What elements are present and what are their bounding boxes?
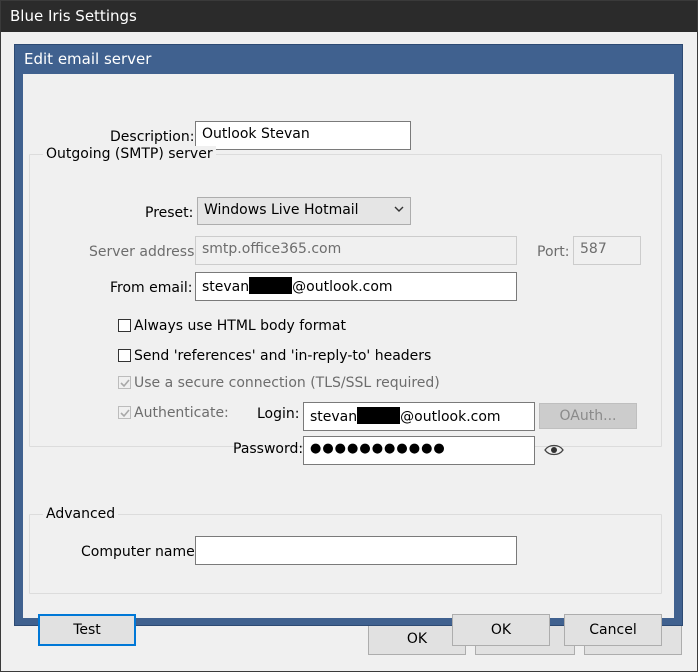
from-email-prefix: stevan xyxy=(202,279,250,295)
chevron-down-icon xyxy=(394,206,404,212)
redaction-box xyxy=(249,277,293,294)
port-input: 587 xyxy=(573,236,641,265)
preset-value: Windows Live Hotmail xyxy=(204,202,359,218)
authenticate-label: Authenticate: xyxy=(134,405,229,421)
description-input[interactable]: Outlook Stevan xyxy=(195,121,411,150)
description-label: Description: xyxy=(110,129,195,145)
ok-button[interactable]: OK xyxy=(452,614,550,646)
secure-connection-checkbox xyxy=(118,376,131,389)
cancel-button[interactable]: Cancel xyxy=(564,614,662,646)
password-label: Password: xyxy=(233,441,304,457)
computer-name-input[interactable] xyxy=(195,536,517,565)
test-button[interactable]: Test xyxy=(38,614,136,646)
dialog-client-area: Description: Outlook Stevan Outgoing (SM… xyxy=(23,74,674,646)
from-email-label: From email: xyxy=(110,280,193,296)
eye-icon[interactable] xyxy=(544,443,564,457)
html-body-checkbox[interactable] xyxy=(118,319,131,332)
authenticate-checkbox xyxy=(118,406,131,419)
oauth-button: OAuth... xyxy=(539,403,637,429)
login-input[interactable]: stevan @outlook.com xyxy=(303,402,535,431)
from-email-input[interactable]: stevan @outlook.com xyxy=(195,272,517,301)
window-title: Blue Iris Settings xyxy=(10,7,137,25)
checkmark-icon xyxy=(120,409,130,418)
references-checkbox[interactable] xyxy=(118,349,131,362)
computer-name-label: Computer name xyxy=(81,544,195,560)
checkmark-icon xyxy=(120,379,130,388)
redaction-box xyxy=(357,407,401,424)
advanced-group-label: Advanced xyxy=(43,506,119,522)
login-suffix: @outlook.com xyxy=(400,409,501,425)
references-label[interactable]: Send 'references' and 'in-reply-to' head… xyxy=(134,348,431,364)
smtp-group-label: Outgoing (SMTP) server xyxy=(43,146,216,162)
html-body-label[interactable]: Always use HTML body format xyxy=(134,318,346,334)
window-titlebar: Blue Iris Settings xyxy=(1,1,697,32)
login-prefix: stevan xyxy=(310,409,358,425)
preset-select[interactable]: Windows Live Hotmail xyxy=(197,197,411,225)
secure-connection-label: Use a secure connection (TLS/SSL require… xyxy=(134,375,440,391)
server-address-label: Server address: xyxy=(89,244,200,260)
from-email-suffix: @outlook.com xyxy=(292,279,393,295)
server-address-input: smtp.office365.com xyxy=(195,236,517,265)
login-label: Login: xyxy=(257,406,300,422)
edit-email-server-dialog: Edit email server Description: Outlook S… xyxy=(14,44,683,646)
dialog-title: Edit email server xyxy=(24,50,152,68)
port-label: Port: xyxy=(537,244,570,260)
preset-label: Preset: xyxy=(145,205,194,221)
password-input[interactable]: ●●●●●●●●●●● xyxy=(303,436,535,465)
